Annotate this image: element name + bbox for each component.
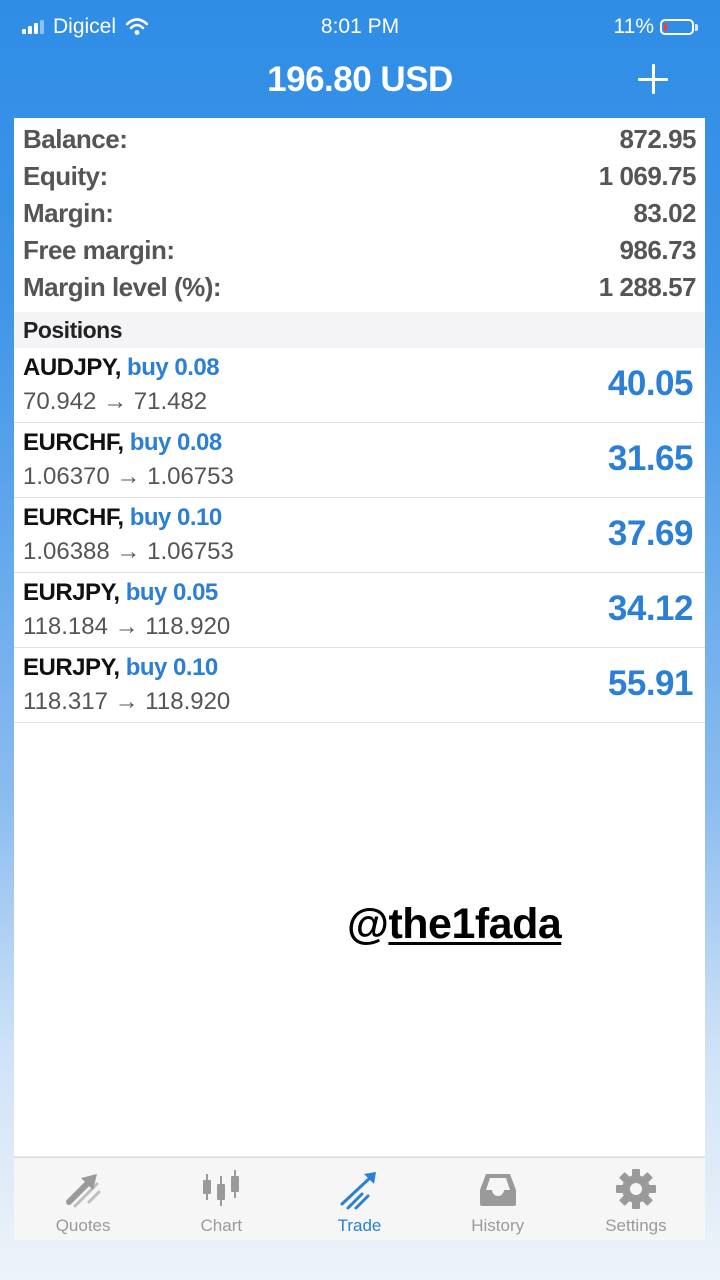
position-row[interactable]: EURJPY, buy 0.10 118.317 → 118.920 55.91 (14, 648, 705, 723)
status-bar: Digicel 8:01 PM 11% (0, 0, 720, 56)
equity-row: Equity: 1 069.75 (14, 158, 705, 195)
position-symbol: EURCHF, (23, 429, 124, 456)
trade-content: Balance: 872.95 Equity: 1 069.75 Margin:… (14, 118, 705, 1156)
battery-icon (660, 19, 694, 35)
position-profit: 37.69 (607, 514, 694, 553)
position-symbol: EURCHF, (23, 504, 124, 531)
position-title: EURCHF, buy 0.08 (23, 429, 222, 457)
margin-row: Margin: 83.02 (14, 195, 705, 232)
position-symbol: EURJPY, (23, 654, 120, 681)
tab-quotes[interactable]: Quotes (14, 1158, 152, 1240)
balance-row: Balance: 872.95 (14, 121, 705, 158)
free-margin-label: Free margin: (23, 235, 175, 265)
watermark-name: the1fada (388, 900, 562, 948)
account-profit-title: 196.80 USD (267, 60, 453, 99)
tab-history[interactable]: History (429, 1158, 567, 1240)
margin-level-value: 1 288.57 (598, 272, 697, 302)
tab-quotes-label: Quotes (55, 1216, 111, 1235)
account-summary: Balance: 872.95 Equity: 1 069.75 Margin:… (14, 118, 705, 306)
position-prices: 70.942 → 71.482 (23, 388, 208, 415)
quotes-icon (66, 1174, 101, 1208)
equity-value: 1 069.75 (598, 161, 697, 191)
position-prices: 1.06388 → 1.06753 (23, 538, 234, 565)
position-row[interactable]: EURJPY, buy 0.05 118.184 → 118.920 34.12 (14, 573, 705, 648)
settings-gear-icon (615, 1169, 656, 1209)
position-symbol: AUDJPY, (23, 354, 121, 381)
candlestick-chart-icon (203, 1170, 240, 1206)
battery-tip (695, 23, 698, 31)
position-profit: 31.65 (607, 439, 694, 478)
position-profit: 40.05 (607, 364, 694, 403)
position-prices: 118.184 → 118.920 (23, 613, 231, 640)
margin-level-label: Margin level (%): (23, 272, 222, 302)
positions-header: Positions (14, 312, 705, 348)
battery-percent: 11% (613, 15, 654, 38)
tab-chart-label: Chart (200, 1216, 243, 1235)
status-right: 11% (614, 15, 698, 39)
equity-label: Equity: (23, 161, 108, 191)
free-margin-value: 986.73 (619, 235, 696, 265)
position-title: EURJPY, buy 0.05 (23, 579, 218, 607)
position-direction: buy 0.08 (129, 429, 223, 456)
status-time: 8:01 PM (320, 15, 400, 38)
watermark-at: @ (347, 900, 389, 948)
tab-trade[interactable]: Trade (290, 1158, 428, 1240)
position-direction: buy 0.08 (127, 354, 220, 381)
margin-label: Margin: (23, 198, 114, 228)
margin-level-row: Margin level (%): 1 288.57 (14, 269, 705, 306)
position-prices: 1.06370 → 1.06753 (23, 463, 234, 490)
watermark-handle: @the1fada (347, 900, 562, 949)
nav-bar: 196.80 USD (0, 56, 720, 116)
position-profit: 55.91 (607, 664, 694, 703)
balance-label: Balance: (23, 124, 128, 154)
position-row[interactable]: AUDJPY, buy 0.08 70.942 → 71.482 40.05 (14, 348, 705, 423)
free-margin-row: Free margin: 986.73 (14, 232, 705, 269)
tab-chart[interactable]: Chart (152, 1158, 290, 1240)
margin-value: 83.02 (633, 198, 696, 228)
add-order-button[interactable] (638, 64, 668, 94)
position-symbol: EURJPY, (23, 579, 120, 606)
position-direction: buy 0.05 (125, 579, 219, 606)
position-title: EURCHF, buy 0.10 (23, 504, 222, 532)
position-title: EURJPY, buy 0.10 (23, 654, 218, 682)
tab-settings[interactable]: Settings (567, 1158, 705, 1240)
tab-trade-label: Trade (337, 1216, 382, 1235)
position-direction: buy 0.10 (125, 654, 219, 681)
balance-value: 872.95 (619, 124, 696, 154)
position-profit: 34.12 (607, 589, 694, 628)
trade-trend-icon (340, 1172, 376, 1210)
position-prices: 118.317 → 118.920 (23, 688, 231, 715)
tab-settings-label: Settings (605, 1216, 667, 1235)
position-title: AUDJPY, buy 0.08 (23, 354, 220, 382)
position-row[interactable]: EURCHF, buy 0.08 1.06370 → 1.06753 31.65 (14, 423, 705, 498)
position-row[interactable]: EURCHF, buy 0.10 1.06388 → 1.06753 37.69 (14, 498, 705, 573)
tab-history-label: History (471, 1216, 525, 1235)
tab-bar: Quotes Chart Trade History Settings (14, 1157, 705, 1240)
history-tray-icon (479, 1174, 516, 1206)
position-direction: buy 0.10 (129, 504, 223, 531)
